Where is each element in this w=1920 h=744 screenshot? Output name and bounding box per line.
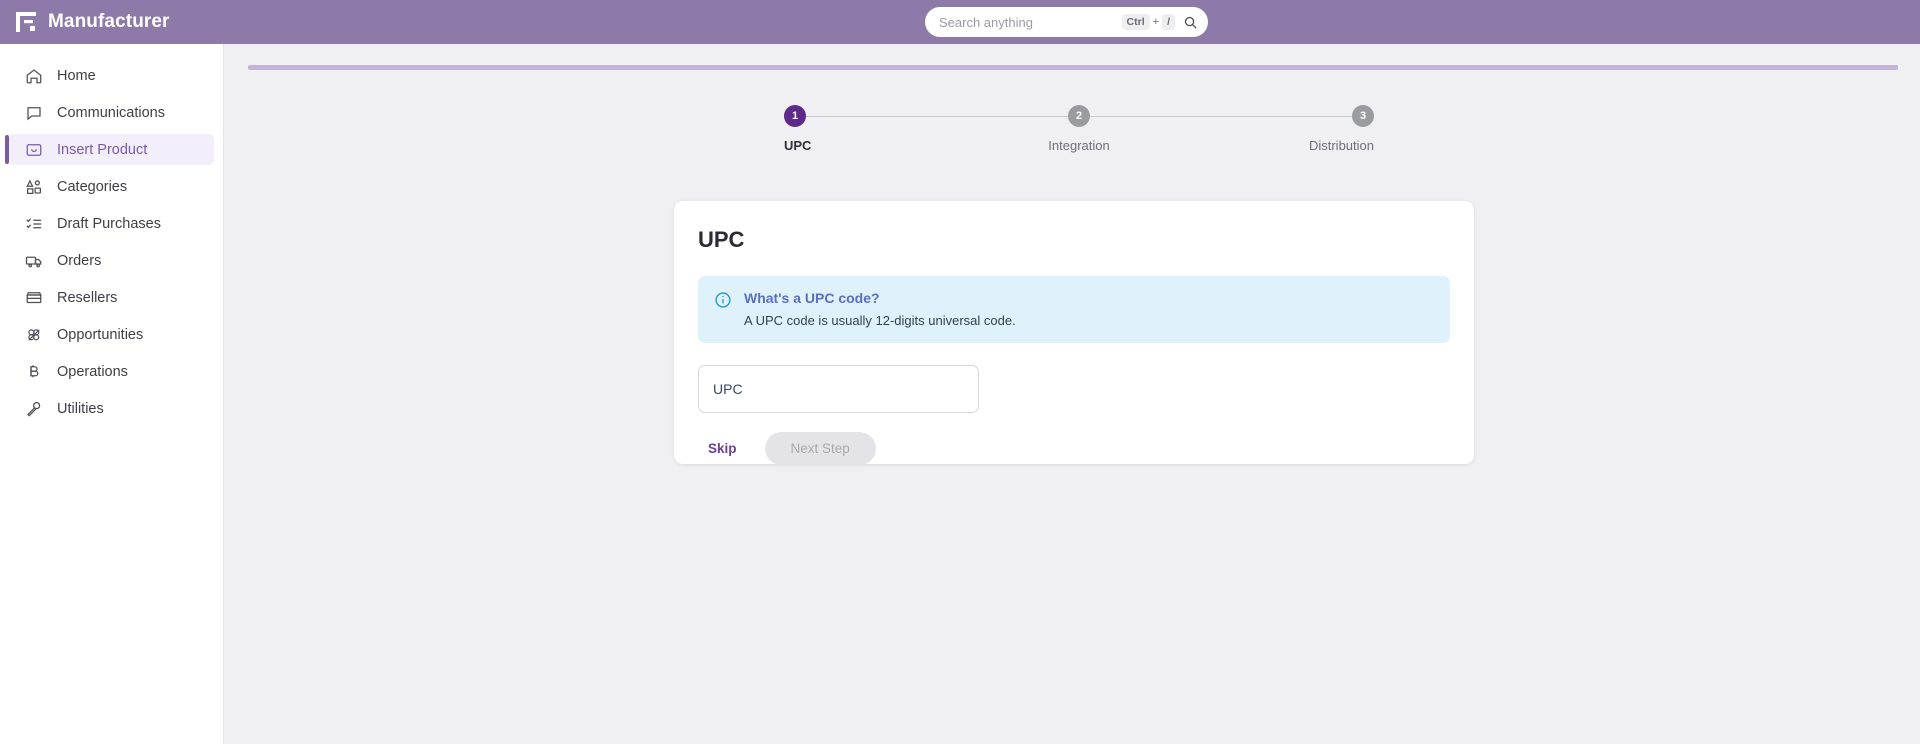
content-top-divider <box>248 65 1898 70</box>
sidebar-item-label: Categories <box>57 178 128 195</box>
upc-input[interactable] <box>713 381 964 397</box>
next-step-button[interactable]: Next Step <box>764 432 876 465</box>
sidebar-item-opportunities[interactable]: Opportunities <box>9 319 214 350</box>
sidebar-item-operations[interactable]: Operations <box>9 356 214 387</box>
sidebar-item-label: Resellers <box>57 289 118 306</box>
wizard-stepper: 1 2 3 UPC Integration Distribution <box>784 105 1374 165</box>
upc-field[interactable] <box>698 365 979 413</box>
manufacturer-logo-icon <box>16 12 36 32</box>
sidebar-item-orders[interactable]: Orders <box>9 245 214 276</box>
sidebar-item-label: Opportunities <box>57 326 144 343</box>
step-connector-1-2 <box>806 115 1068 117</box>
bitcoin-icon <box>30 364 39 377</box>
alert-text-block: What's a UPC code? A UPC code is usually… <box>744 290 1016 328</box>
sidebar-nav: Home Communications Insert Product Categ… <box>0 44 224 744</box>
product-box-icon <box>26 143 42 156</box>
sidebar-item-label: Insert Product <box>57 141 148 158</box>
step-label-upc: UPC <box>784 138 812 153</box>
sidebar-item-label: Orders <box>57 252 102 269</box>
sidebar-item-label: Draft Purchases <box>57 215 161 232</box>
global-search[interactable]: Ctrl + / <box>925 7 1208 37</box>
step-label-integration: Integration <box>1048 138 1110 153</box>
brand-name: Manufacturer <box>48 11 170 32</box>
checklist-icon <box>26 217 42 228</box>
sidebar-item-label: Operations <box>57 363 128 380</box>
sidebar-item-draft-purchases[interactable]: Draft Purchases <box>9 208 214 239</box>
main-content: 1 2 3 UPC Integration Distribution UPC W… <box>224 44 1920 744</box>
brand[interactable]: Manufacturer <box>0 10 170 34</box>
chat-bubble-icon <box>27 106 41 120</box>
sidebar-item-insert-product[interactable]: Insert Product <box>5 134 214 165</box>
step-connector-2-3 <box>1090 115 1352 117</box>
shortcut-key-slash: / <box>1162 13 1175 31</box>
sidebar-item-categories[interactable]: Categories <box>9 171 214 202</box>
shortcut-key-ctrl: Ctrl <box>1121 13 1150 31</box>
home-icon <box>26 68 42 83</box>
sidebar-item-label: Communications <box>57 104 165 121</box>
search-input[interactable] <box>939 14 1122 30</box>
sidebar-item-resellers[interactable]: Resellers <box>9 282 214 313</box>
step-circle-2[interactable]: 2 <box>1068 105 1090 127</box>
step-circle-1[interactable]: 1 <box>784 105 806 127</box>
info-circle-icon <box>715 292 731 308</box>
top-header-bar: Manufacturer Ctrl + / <box>0 0 1920 44</box>
upc-step-card: UPC What's a UPC code? A UPC code is usu… <box>674 201 1474 465</box>
search-shortcut-hint: Ctrl + / <box>1121 13 1175 31</box>
shortcut-plus: + <box>1152 15 1160 28</box>
stepper-track: 1 2 3 <box>784 105 1374 127</box>
upc-info-alert: What's a UPC code? A UPC code is usually… <box>698 276 1450 343</box>
wrench-icon <box>27 401 41 417</box>
store-icon <box>26 291 42 303</box>
sidebar-item-utilities[interactable]: Utilities <box>9 393 214 424</box>
categories-people-icon <box>26 179 42 194</box>
skip-button[interactable]: Skip <box>698 435 747 462</box>
step-circle-3[interactable]: 3 <box>1352 105 1374 127</box>
truck-icon <box>25 256 42 267</box>
step-label-distribution: Distribution <box>1308 138 1374 153</box>
search-icon[interactable] <box>1183 15 1198 30</box>
stepper-labels: UPC Integration Distribution <box>784 138 1374 156</box>
sidebar-item-communications[interactable]: Communications <box>9 97 214 128</box>
alert-body: A UPC code is usually 12-digits universa… <box>744 313 1016 328</box>
page-title: UPC <box>698 227 745 252</box>
alert-title: What's a UPC code? <box>744 290 880 306</box>
sidebar-item-label: Home <box>57 67 96 84</box>
card-actions: Skip Next Step <box>698 432 1450 465</box>
sidebar-item-label: Utilities <box>57 400 104 417</box>
clover-icon <box>28 328 40 341</box>
sidebar-item-home[interactable]: Home <box>9 60 214 91</box>
